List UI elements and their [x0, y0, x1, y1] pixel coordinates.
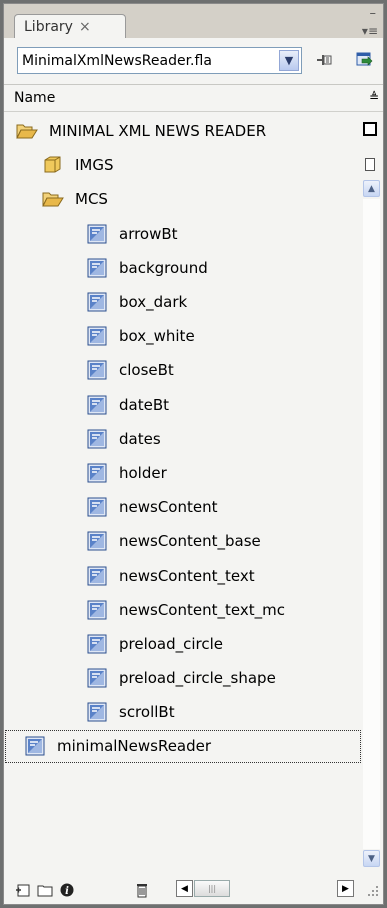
- panel-tabstrip: Library × – ▾≡: [4, 4, 383, 39]
- movieclip-icon: [86, 702, 108, 722]
- new-library-panel-icon[interactable]: [356, 52, 374, 68]
- item-label: arrowBt: [119, 224, 178, 243]
- movieclip-icon: [86, 258, 108, 278]
- horizontal-scroll-thumb[interactable]: |||: [194, 880, 230, 897]
- item-label: background: [119, 258, 208, 277]
- library-symbol-row[interactable]: box_dark: [4, 285, 362, 319]
- sort-toggle-icon[interactable]: ≜: [369, 90, 379, 104]
- folder-open-icon: [16, 121, 38, 141]
- movieclip-icon: [86, 429, 108, 449]
- folder-open-icon: [42, 189, 64, 209]
- scroll-down-icon[interactable]: ▼: [363, 850, 380, 867]
- library-symbol-row[interactable]: newsContent_base: [4, 524, 362, 558]
- new-folder-icon[interactable]: [37, 882, 54, 898]
- library-symbol-row[interactable]: holder: [4, 456, 362, 490]
- movieclip-icon: [86, 360, 108, 380]
- document-select[interactable]: MinimalXmlNewsReader.fla ▼: [17, 47, 302, 74]
- library-folder-row[interactable]: IMGS: [4, 148, 362, 182]
- library-symbol-row[interactable]: box_white: [4, 319, 362, 353]
- library-folder-row[interactable]: MINIMAL XML NEWS READER: [4, 114, 362, 148]
- library-symbol-row[interactable]: background: [4, 251, 362, 285]
- library-symbol-row[interactable]: preload_circle_shape: [4, 661, 362, 695]
- pin-library-icon[interactable]: [316, 52, 334, 68]
- item-label: newsContent_text: [119, 566, 255, 585]
- item-label: box_white: [119, 327, 195, 346]
- chevron-down-icon[interactable]: ▼: [279, 50, 299, 71]
- item-label: MCS: [75, 190, 108, 209]
- document-row: MinimalXmlNewsReader.fla ▼: [4, 38, 383, 84]
- library-symbol-row[interactable]: newsContent_text_mc: [4, 593, 362, 627]
- column-header-name[interactable]: Name ≜: [4, 84, 383, 112]
- movieclip-icon: [86, 634, 108, 654]
- panel-options-icon[interactable]: ▾≡: [362, 24, 378, 38]
- scroll-up-icon[interactable]: ▲: [363, 180, 380, 197]
- svg-text:i: i: [65, 886, 69, 897]
- column-header-label: Name: [14, 89, 56, 106]
- movieclip-icon: [86, 600, 108, 620]
- trash-icon[interactable]: [134, 882, 150, 898]
- item-label: newsContent_text_mc: [119, 600, 285, 619]
- library-symbol-row[interactable]: dates: [4, 422, 362, 456]
- item-label: holder: [119, 463, 167, 482]
- movieclip-icon: [86, 224, 108, 244]
- resize-grip-icon[interactable]: [366, 884, 380, 898]
- movieclip-icon: [86, 531, 108, 551]
- library-panel: Library × – ▾≡ MinimalXmlNewsReader.fla …: [3, 3, 384, 905]
- library-symbol-row[interactable]: newsContent: [4, 490, 362, 524]
- movieclip-icon: [86, 497, 108, 517]
- item-label: preload_circle_shape: [119, 669, 276, 688]
- movieclip-icon: [86, 668, 108, 688]
- item-label: closeBt: [119, 361, 174, 380]
- movieclip-icon: [24, 736, 46, 756]
- close-tab-icon[interactable]: ×: [79, 19, 91, 35]
- library-symbol-row[interactable]: arrowBt: [4, 217, 362, 251]
- movieclip-icon: [86, 395, 108, 415]
- library-symbol-row[interactable]: newsContent_text: [4, 558, 362, 592]
- item-label: MINIMAL XML NEWS READER: [49, 122, 267, 141]
- library-item-list[interactable]: MINIMAL XML NEWS READER IMGS MCS arrowBt bac…: [4, 114, 362, 842]
- item-label: scrollBt: [119, 703, 175, 722]
- tab-library[interactable]: Library ×: [14, 14, 126, 39]
- document-select-value: MinimalXmlNewsReader.fla: [22, 52, 212, 69]
- wide-view-icon[interactable]: [363, 122, 377, 136]
- narrow-view-icon[interactable]: [365, 158, 375, 171]
- new-symbol-icon[interactable]: [15, 882, 31, 898]
- library-symbol-row[interactable]: scrollBt: [4, 695, 362, 729]
- library-symbol-row[interactable]: preload_circle: [4, 627, 362, 661]
- movieclip-icon: [86, 566, 108, 586]
- library-symbol-row[interactable]: dateBt: [4, 388, 362, 422]
- library-folder-row[interactable]: MCS: [4, 182, 362, 216]
- minimize-icon[interactable]: –: [370, 6, 377, 21]
- item-label: minimalNewsReader: [57, 737, 212, 756]
- movieclip-icon: [86, 326, 108, 346]
- movieclip-icon: [86, 292, 108, 312]
- item-label: newsContent: [119, 498, 218, 517]
- properties-icon[interactable]: i: [59, 882, 75, 898]
- item-label: dates: [119, 429, 161, 448]
- item-label: IMGS: [75, 156, 114, 175]
- folder-icon: [42, 155, 64, 175]
- vertical-scroll-track[interactable]: [363, 199, 380, 849]
- scroll-right-icon[interactable]: ▶: [337, 880, 354, 897]
- library-symbol-row[interactable]: minimalNewsReader: [4, 729, 362, 763]
- item-label: newsContent_base: [119, 532, 261, 551]
- tab-library-label: Library: [24, 19, 73, 35]
- movieclip-icon: [86, 463, 108, 483]
- item-label: box_dark: [119, 293, 188, 312]
- item-label: dateBt: [119, 395, 169, 414]
- library-symbol-row[interactable]: closeBt: [4, 353, 362, 387]
- scroll-left-icon[interactable]: ◀: [176, 880, 193, 897]
- item-label: preload_circle: [119, 634, 224, 653]
